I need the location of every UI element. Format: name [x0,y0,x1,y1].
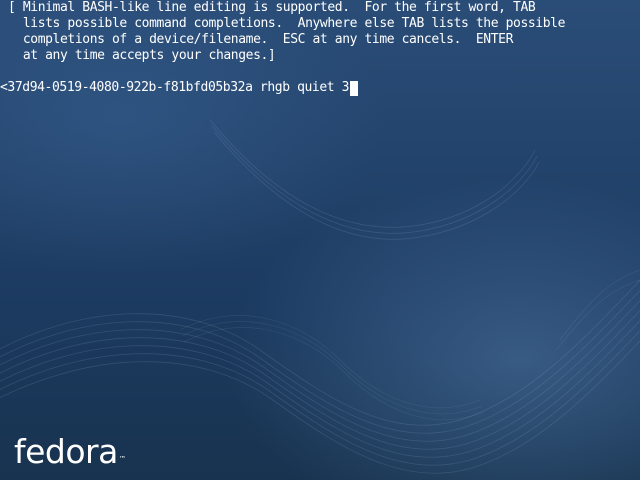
trademark-symbol: ™ [118,455,126,463]
text-cursor [350,80,359,96]
fedora-logo: fedora™ [14,432,126,480]
boot-editor-screen: [ Minimal BASH-like line editing is supp… [0,0,640,480]
help-line: at any time accepts your changes.] [8,48,276,63]
help-line: completions of a device/filename. ESC at… [8,32,514,47]
help-line: lists possible command completions. Anyw… [8,16,566,31]
logo-text: fedora [14,432,118,471]
background-wave-pattern [0,119,640,474]
kernel-command-line-input[interactable]: <37d94-0519-4080-922b-f81bfd05b32a rhgb … [0,80,359,96]
editing-help-text: [ Minimal BASH-like line editing is supp… [8,0,565,64]
help-line: [ Minimal BASH-like line editing is supp… [8,0,536,15]
command-line-text: <37d94-0519-4080-922b-f81bfd05b32a rhgb … [0,80,350,95]
